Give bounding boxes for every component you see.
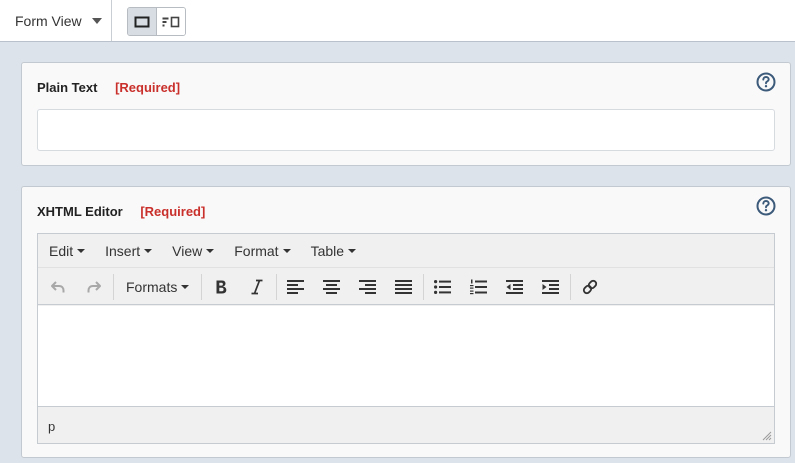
- split-layout-icon: [162, 16, 180, 27]
- element-path[interactable]: p: [48, 419, 55, 434]
- caret-down-icon: [348, 249, 357, 253]
- editor-content-area[interactable]: [38, 306, 774, 406]
- help-icon[interactable]: [756, 196, 776, 216]
- editor-toolbar: Formats: [38, 269, 774, 305]
- menu-label: View: [172, 242, 203, 259]
- caret-down-icon: [144, 249, 153, 253]
- rich-text-editor: Edit Insert View Format Table Formats p: [37, 233, 775, 444]
- menu-format[interactable]: Format: [234, 242, 291, 259]
- menu-label: Format: [234, 242, 279, 259]
- required-indicator: [Required]: [140, 204, 206, 219]
- insert-link-button[interactable]: [572, 272, 608, 302]
- caret-down-icon: [91, 18, 102, 24]
- indent-button[interactable]: [533, 272, 569, 302]
- single-column-layout-button[interactable]: [128, 8, 157, 35]
- xhtml-editor-panel: XHTML Editor [Required] Edit Insert View…: [21, 186, 791, 458]
- single-column-icon: [134, 16, 150, 27]
- outdent-icon: [506, 279, 524, 294]
- bold-icon: [216, 280, 227, 293]
- indent-icon: [542, 279, 560, 294]
- align-left-icon: [287, 279, 305, 294]
- align-right-icon: [359, 279, 377, 294]
- plain-text-label: Plain Text [Required]: [37, 80, 180, 95]
- plain-text-panel: Plain Text [Required]: [21, 62, 791, 166]
- undo-icon: [51, 280, 65, 292]
- top-toolbar: Form View: [0, 0, 795, 42]
- bullet-list-icon: [434, 279, 452, 294]
- toolbar-separator: [276, 273, 278, 300]
- bullet-list-button[interactable]: [425, 272, 461, 302]
- bold-button[interactable]: [203, 272, 239, 302]
- menu-view[interactable]: View: [172, 242, 215, 259]
- help-icon[interactable]: [756, 72, 776, 92]
- link-icon: [583, 279, 598, 294]
- numbered-list-icon: [470, 279, 488, 294]
- caret-down-icon: [282, 249, 291, 253]
- editor-statusbar: p: [38, 406, 774, 443]
- view-mode-select[interactable]: Form View: [0, 0, 112, 41]
- redo-button[interactable]: [76, 272, 112, 302]
- align-left-button[interactable]: [278, 272, 314, 302]
- align-right-button[interactable]: [350, 272, 386, 302]
- formats-dropdown[interactable]: Formats: [115, 272, 200, 302]
- formats-label: Formats: [126, 278, 178, 295]
- toolbar-separator: [423, 273, 425, 300]
- view-mode-label: Form View: [15, 12, 82, 29]
- italic-icon: [251, 279, 263, 294]
- required-indicator: [Required]: [115, 80, 181, 95]
- toolbar-separator: [201, 273, 203, 300]
- caret-down-icon: [77, 249, 86, 253]
- toolbar-separator: [113, 273, 114, 300]
- align-justify-icon: [395, 279, 413, 294]
- split-layout-button[interactable]: [156, 8, 185, 35]
- xhtml-editor-label: XHTML Editor [Required]: [37, 204, 205, 219]
- numbered-list-button[interactable]: [461, 272, 497, 302]
- align-center-icon: [323, 279, 341, 294]
- caret-down-icon: [206, 249, 215, 253]
- align-center-button[interactable]: [314, 272, 350, 302]
- caret-down-icon: [181, 285, 190, 289]
- editor-menubar: Edit Insert View Format Table: [38, 234, 774, 268]
- layout-toggle-group: [127, 7, 186, 36]
- menu-edit[interactable]: Edit: [49, 242, 86, 259]
- menu-label: Table: [310, 242, 345, 259]
- menu-label: Insert: [105, 242, 141, 259]
- plain-text-input[interactable]: [37, 109, 775, 151]
- outdent-button[interactable]: [497, 272, 533, 302]
- resize-handle-icon[interactable]: [762, 431, 772, 441]
- redo-icon: [87, 280, 101, 292]
- toolbar-separator: [570, 273, 572, 300]
- menu-label: Edit: [49, 242, 74, 259]
- menu-table[interactable]: Table: [310, 242, 357, 259]
- italic-button[interactable]: [239, 272, 275, 302]
- undo-button[interactable]: [40, 272, 76, 302]
- menu-insert[interactable]: Insert: [105, 242, 153, 259]
- field-label-text: Plain Text: [37, 80, 98, 95]
- field-label-text: XHTML Editor: [37, 204, 123, 219]
- align-justify-button[interactable]: [386, 272, 422, 302]
